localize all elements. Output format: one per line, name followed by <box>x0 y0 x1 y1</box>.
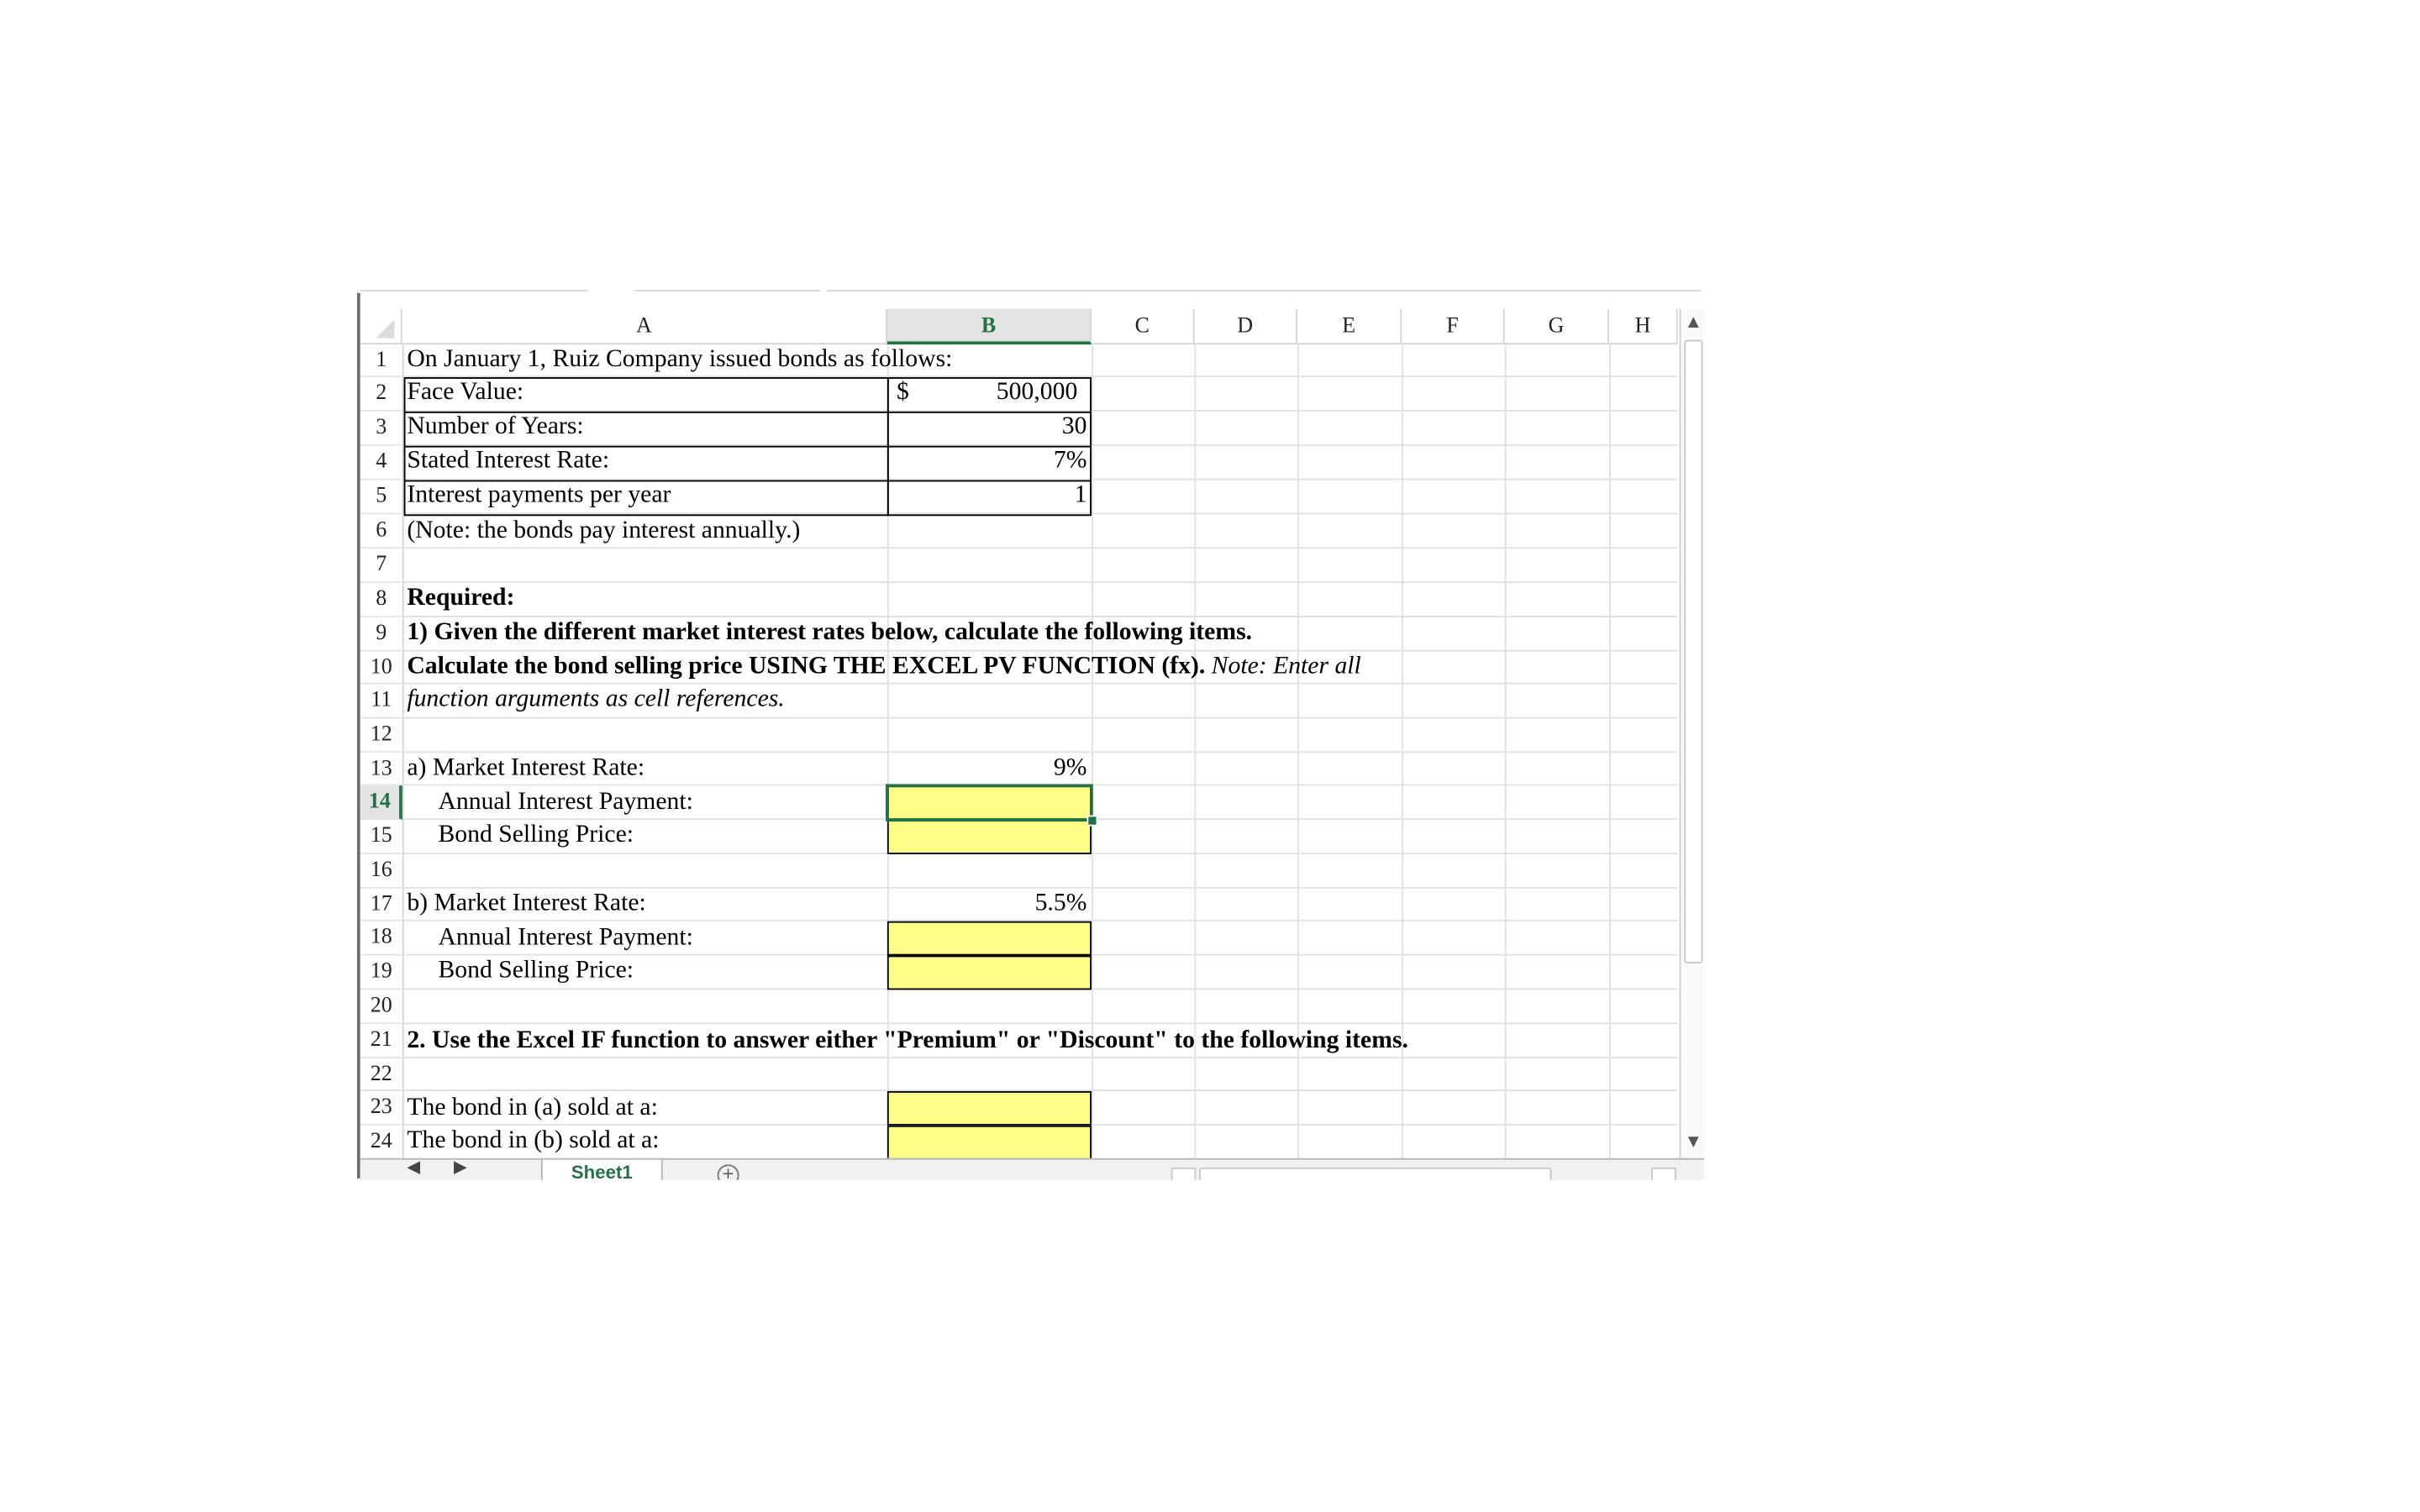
active-cell-b14[interactable] <box>886 784 1093 822</box>
fill-handle[interactable] <box>1086 815 1098 827</box>
horizontal-scrollbar[interactable] <box>1199 1167 1552 1180</box>
cell-b13[interactable]: 9% <box>891 753 1087 784</box>
cell-a19[interactable]: Bond Selling Price: <box>438 956 634 987</box>
cell-a14[interactable]: Annual Interest Payment: <box>438 787 692 818</box>
toolbar-divider <box>826 290 1702 292</box>
input-cell-b18[interactable] <box>886 921 1092 956</box>
column-header-d[interactable]: D <box>1194 308 1297 345</box>
row-header-17[interactable]: 17 <box>360 888 402 921</box>
row-header-4[interactable]: 4 <box>360 445 402 480</box>
cell-a3[interactable]: Number of Years: <box>407 412 583 443</box>
cell-a1[interactable]: On January 1, Ruiz Company issued bonds … <box>407 344 952 375</box>
row-gridline <box>402 581 1678 584</box>
input-cell-b23[interactable] <box>886 1090 1092 1126</box>
input-cell-b15[interactable] <box>886 820 1092 854</box>
row-header-24[interactable]: 24 <box>360 1125 402 1158</box>
cell-a4[interactable]: Stated Interest Rate: <box>407 446 609 477</box>
cell-a5[interactable]: Interest payments per year <box>407 480 671 512</box>
spreadsheet-window: A B C D E F G H 1 2 3 4 5 6 7 8 9 10 11 12 13 14 15 16 1… <box>0 0 2420 1495</box>
row-gridline <box>402 547 1678 549</box>
cell-a6[interactable]: (Note: the bonds pay interest annually.) <box>407 516 800 547</box>
row-header-16[interactable]: 16 <box>360 853 402 889</box>
column-header-f[interactable]: F <box>1402 308 1505 345</box>
cell-b2[interactable]: 500,000 <box>891 377 1077 408</box>
toolbar-divider <box>634 290 821 292</box>
row-header-3[interactable]: 3 <box>360 411 402 446</box>
cell-a13[interactable]: a) Market Interest Rate: <box>407 753 644 784</box>
row-header-7[interactable]: 7 <box>360 549 402 584</box>
cell-a9[interactable]: 1) Given the different market interest r… <box>407 617 1252 648</box>
row-gridline <box>402 1022 1678 1025</box>
sheet-tab-bar: ◀ ▶ Sheet1 + <box>360 1158 1705 1180</box>
input-cell-b24[interactable] <box>886 1125 1092 1158</box>
cell-a17[interactable]: b) Market Interest Rate: <box>407 889 645 920</box>
row-header-6[interactable]: 6 <box>360 514 402 549</box>
cell-b3[interactable]: 30 <box>891 412 1087 443</box>
add-sheet-icon[interactable]: + <box>717 1164 739 1180</box>
cell-a2[interactable]: Face Value: <box>407 377 523 408</box>
select-all-corner[interactable] <box>360 308 402 345</box>
cell-a21[interactable]: 2. Use the Excel IF function to answer e… <box>407 1026 1408 1057</box>
row-header-9[interactable]: 9 <box>360 617 402 652</box>
row-header-12[interactable]: 12 <box>360 718 402 753</box>
cell-a18[interactable]: Annual Interest Payment: <box>438 923 692 954</box>
next-sheet-icon[interactable]: ▶ <box>454 1160 467 1177</box>
row-gridline <box>402 717 1678 719</box>
cell-a10-italic-text: Note: Enter all <box>1205 653 1361 680</box>
cell-grid[interactable]: A B C D E F G H 1 2 3 4 5 6 7 8 9 10 11 12 13 14 15 16 1… <box>360 308 1678 1158</box>
row-header-19[interactable]: 19 <box>360 955 402 990</box>
vertical-scrollbar[interactable]: ▲ ▼ <box>1679 308 1705 1158</box>
column-header-g[interactable]: G <box>1504 308 1610 345</box>
cell-a15[interactable]: Bond Selling Price: <box>438 820 634 851</box>
row-header-23[interactable]: 23 <box>360 1090 402 1126</box>
row-header-5[interactable]: 5 <box>360 480 402 515</box>
cell-a10[interactable]: Calculate the bond selling price USING T… <box>407 652 1360 683</box>
cell-a8[interactable]: Required: <box>407 583 514 614</box>
row-header-14[interactable]: 14 <box>360 785 402 821</box>
input-cell-b19[interactable] <box>886 955 1092 990</box>
toolbar-divider <box>360 290 588 292</box>
cell-a23[interactable]: The bond in (a) sold at a: <box>407 1093 657 1124</box>
cell-b5[interactable]: 1 <box>891 480 1087 512</box>
row-header-21[interactable]: 21 <box>360 1024 402 1059</box>
cell-b17[interactable]: 5.5% <box>891 889 1087 920</box>
scroll-down-icon[interactable]: ▼ <box>1684 1131 1702 1153</box>
row-header-1[interactable]: 1 <box>360 344 402 378</box>
cell-a24[interactable]: The bond in (b) sold at a: <box>407 1126 659 1157</box>
row-header-15[interactable]: 15 <box>360 820 402 854</box>
cell-a10-bold-text: Calculate the bond selling price USING T… <box>407 653 1206 680</box>
scroll-up-icon[interactable]: ▲ <box>1684 312 1702 333</box>
row-header-18[interactable]: 18 <box>360 921 402 956</box>
column-header-b[interactable]: B <box>886 308 1092 345</box>
hscroll-left-button[interactable] <box>1171 1167 1197 1180</box>
row-header-11[interactable]: 11 <box>360 684 402 719</box>
row-header-22[interactable]: 22 <box>360 1058 402 1091</box>
prev-sheet-icon[interactable]: ◀ <box>407 1160 420 1177</box>
row-gridline <box>402 1057 1678 1059</box>
row-header-20[interactable]: 20 <box>360 990 402 1025</box>
row-header-13[interactable]: 13 <box>360 753 402 786</box>
hscroll-right-button[interactable] <box>1651 1167 1676 1180</box>
row-header-10[interactable]: 10 <box>360 651 402 685</box>
cell-b4[interactable]: 7% <box>891 446 1087 477</box>
column-header-e[interactable]: E <box>1297 308 1402 345</box>
scrollbar-thumb[interactable] <box>1684 339 1703 963</box>
sheet-tab-sheet1[interactable]: Sheet1 <box>540 1159 663 1180</box>
column-header-a[interactable]: A <box>402 308 887 345</box>
row-header-8[interactable]: 8 <box>360 583 402 617</box>
column-header-c[interactable]: C <box>1091 308 1195 345</box>
column-header-h[interactable]: H <box>1609 308 1678 345</box>
cell-a11[interactable]: function arguments as cell references. <box>407 685 784 716</box>
row-header-2[interactable]: 2 <box>360 377 402 412</box>
